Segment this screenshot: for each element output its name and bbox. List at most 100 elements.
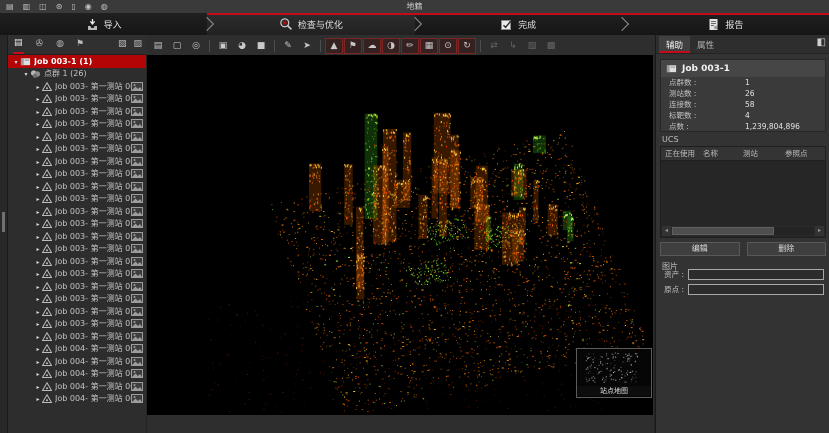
measure-icon[interactable]: ✎ [279,38,297,54]
expander-icon[interactable] [34,332,42,341]
expander-icon[interactable] [34,382,42,391]
thumbnail-icon[interactable] [131,369,143,378]
expander-icon[interactable] [34,244,42,253]
tree-station-row[interactable]: Job 003- 第一测站 020 (5) [8,318,146,331]
expander-icon[interactable] [34,194,42,203]
expander-icon[interactable] [34,219,42,228]
edit-button[interactable]: 编辑 [660,242,740,256]
panel-view-icon[interactable]: ■ [252,38,270,54]
panel-layout-icon[interactable]: ◧ [817,37,826,48]
swap-stations-icon[interactable]: ⇄ [485,38,503,54]
location-pin-icon[interactable]: ⊙ [439,38,457,54]
thumbnail-icon[interactable] [131,132,143,141]
expander-icon[interactable] [34,369,42,378]
site-minimap[interactable]: 站点地图 [576,348,652,398]
workflow-step-inspect[interactable]: 检查与优化 [207,13,414,35]
sphere-target-icon[interactable]: ◑ [382,38,400,54]
thumbnail-icon[interactable] [131,382,143,391]
pointcloud-icon[interactable]: ☁ [363,38,381,54]
thumbnail-icon[interactable] [131,307,143,316]
expander-icon[interactable] [34,182,42,191]
thumbnail-icon[interactable] [131,182,143,191]
camera-icon[interactable]: ▣ [214,38,232,54]
tree-station-row[interactable]: Job 003- 第一测站 005 (7) [8,130,146,143]
tree-view-icon[interactable]: ▤ [13,35,24,54]
sidebar-drag-handle[interactable] [2,212,5,232]
expander-icon[interactable] [12,57,20,66]
thumbnail-icon[interactable] [131,94,143,103]
draw-line-icon[interactable]: ✏ [401,38,419,54]
pick-point-icon[interactable]: ➤ [298,38,316,54]
tree-root-row[interactable]: Job 003-1 (1) [8,55,146,68]
tree-station-row[interactable]: Job 003- 第一测站 021 (3) [8,330,146,343]
expander-icon[interactable] [34,157,42,166]
copy-view-icon[interactable]: ▤ [149,38,167,54]
thumbnail-icon[interactable] [131,194,143,203]
zoom-window-icon[interactable]: ◎ [187,38,205,54]
thumbnail-icon[interactable] [131,232,143,241]
expander-icon[interactable] [34,344,42,353]
filter-b-icon[interactable]: ▨ [132,36,143,53]
scrollbar-track[interactable] [672,227,814,235]
tree-station-row[interactable]: Job 003- 第一测站 012 (5) [8,218,146,231]
tag-filter-icon[interactable]: ⚑ [76,36,85,53]
tree-station-row[interactable]: Job 003- 第一测站 002 (5) [8,93,146,106]
expander-icon[interactable] [34,282,42,291]
expander-icon[interactable] [34,232,42,241]
tree-station-row[interactable]: Job 003- 第一测站 014 (4) [8,243,146,256]
tree-station-row[interactable]: Job 003- 第一测站 016 (4) [8,268,146,281]
thumbnail-icon[interactable] [131,82,143,91]
tree-station-row[interactable]: Job 003- 第一测站 006 (4) [8,143,146,156]
workflow-step-import[interactable]: 导入 [0,13,207,35]
tree-station-row[interactable]: Job 004- 第一测站 002 (6) [8,355,146,368]
expander-icon[interactable] [34,119,42,128]
thumbnail-icon[interactable] [131,357,143,366]
tree-station-row[interactable]: Job 004- 第一测站 005 (6) [8,393,146,406]
expander-icon[interactable] [34,357,42,366]
ucs-table-body[interactable] [661,161,825,217]
expander-icon[interactable] [34,132,42,141]
tree-station-row[interactable]: Job 003- 第一测站 007 (5) [8,155,146,168]
expander-icon[interactable] [34,107,42,116]
asset-input[interactable] [688,269,824,280]
expander-icon[interactable] [34,94,42,103]
target-check-icon[interactable]: ▲ [325,38,343,54]
expander-icon[interactable] [34,294,42,303]
thumbnail-icon[interactable] [131,157,143,166]
tree-station-row[interactable]: Job 003- 第一测站 004 (5) [8,118,146,131]
thumbnail-icon[interactable] [131,319,143,328]
attachment-icon[interactable]: ✇ [35,36,45,53]
thumbnail-icon[interactable] [131,207,143,216]
expander-icon[interactable] [34,257,42,266]
thumbnail-icon[interactable] [131,144,143,153]
expander-icon[interactable] [34,169,42,178]
image-overlay-icon[interactable]: ▦ [420,38,438,54]
thumbnail-icon[interactable] [131,219,143,228]
tree-station-row[interactable]: Job 003- 第一测站 015 (4) [8,255,146,268]
tree-station-row[interactable]: Job 003- 第一测站 011 (2) [8,205,146,218]
origin-input[interactable] [688,284,824,295]
tree-station-row[interactable]: Job 003- 第一测站 001 (6) [8,80,146,93]
thumbnail-icon[interactable] [131,332,143,341]
tree-station-row[interactable]: Job 003- 第一测站 019 (2) [8,305,146,318]
expander-icon[interactable] [34,307,42,316]
expander-icon[interactable] [34,269,42,278]
thumbnail-icon[interactable] [131,257,143,266]
workflow-step-report[interactable]: 报告 [622,13,829,35]
tree-station-row[interactable]: Job 003- 第一测站 003 (4) [8,105,146,118]
thumbnail-icon[interactable] [131,244,143,253]
globe-icon[interactable]: ◍ [55,36,65,53]
expander-icon[interactable] [34,207,42,216]
thumbnail-icon[interactable] [131,294,143,303]
tree-station-row[interactable]: Job 003- 第一测站 008 (2) [8,168,146,181]
delete-button[interactable]: 删除 [747,242,827,256]
thumbnail-icon[interactable] [131,119,143,128]
tree-station-row[interactable]: Job 004- 第一测站 003 (4) [8,368,146,381]
thumbnail-icon[interactable] [131,282,143,291]
workflow-step-complete[interactable]: 完成 [415,13,622,35]
thumbnail-icon[interactable] [131,394,143,403]
ucs-scrollbar[interactable] [662,226,824,236]
tree-station-row[interactable]: Job 004- 第一测站 001 (3) [8,343,146,356]
tree-station-row[interactable]: Job 003- 第一测站 013 (4) [8,230,146,243]
pointcloud-viewport[interactable]: 站点地图 [147,55,653,415]
